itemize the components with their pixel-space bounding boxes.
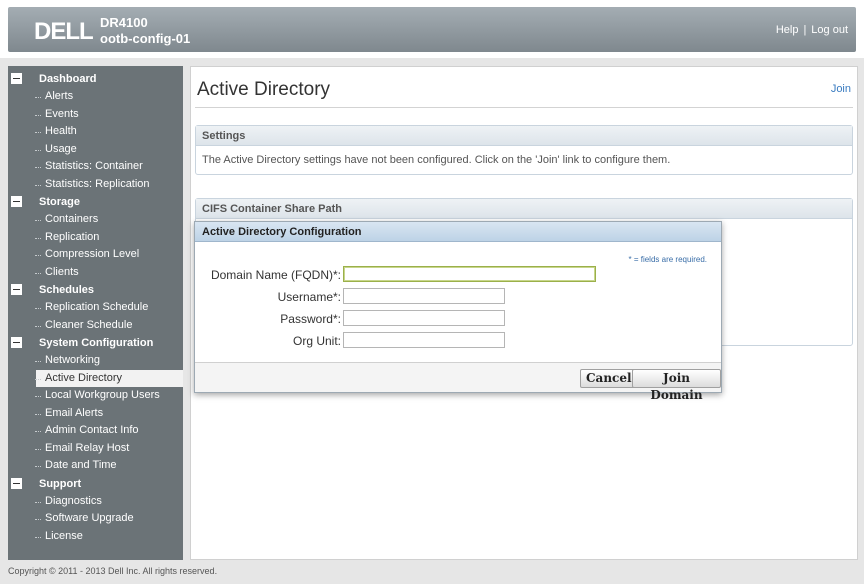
sidebar-item-clients[interactable]: Clients bbox=[8, 264, 183, 282]
collapse-icon[interactable] bbox=[11, 477, 22, 489]
orgunit-row: Org Unit: bbox=[195, 332, 723, 350]
cifs-panel-heading: CIFS Container Share Path bbox=[196, 199, 852, 219]
nav-group-label: Schedules bbox=[39, 284, 95, 296]
active-directory-dialog: Active Directory Configuration * = field… bbox=[194, 221, 723, 402]
dialog-footer: Cancel Join Domain bbox=[195, 362, 721, 402]
nav-group-heading[interactable]: Schedules bbox=[8, 281, 183, 299]
settings-message: The Active Directory settings have not b… bbox=[202, 154, 671, 166]
sidebar-item-diagnostics[interactable]: Diagnostics bbox=[8, 493, 183, 511]
nav-group-storage: Storage Containers Replication Compressi… bbox=[8, 193, 183, 281]
sidebar-item-software-upgrade[interactable]: Software Upgrade bbox=[8, 510, 183, 528]
domain-label: Domain Name (FQDN)*: bbox=[210, 268, 341, 282]
header-link-separator: | bbox=[803, 24, 807, 36]
header-links: Help | Log out bbox=[776, 24, 848, 36]
sidebar-item-replication-schedule[interactable]: Replication Schedule bbox=[8, 299, 183, 317]
sidebar-item-active-directory[interactable]: Active Directory bbox=[35, 369, 183, 387]
nav-group-schedules: Schedules Replication Schedule Cleaner S… bbox=[8, 281, 183, 334]
nav-group-heading[interactable]: Storage bbox=[8, 193, 183, 211]
sidebar-nav: Dashboard Alerts Events Health Usage Sta… bbox=[8, 66, 183, 560]
sidebar-item-usage[interactable]: Usage bbox=[8, 141, 183, 159]
nav-group-label: Support bbox=[39, 477, 82, 490]
sidebar-item-cleaner-schedule[interactable]: Cleaner Schedule bbox=[8, 317, 183, 335]
nav-group-system-configuration: System Configuration Networking Active D… bbox=[8, 334, 183, 475]
username-label: Username*: bbox=[277, 290, 341, 304]
join-link[interactable]: Join bbox=[831, 83, 851, 95]
sidebar-item-networking[interactable]: Networking bbox=[8, 352, 183, 370]
sidebar-item-license[interactable]: License bbox=[8, 528, 183, 546]
join-domain-button[interactable]: Join Domain bbox=[632, 369, 721, 402]
sidebar-item-replication[interactable]: Replication bbox=[8, 229, 183, 247]
sidebar-item-admin-contact-info[interactable]: Admin Contact Info bbox=[8, 422, 183, 440]
settings-panel-heading: Settings bbox=[196, 126, 852, 146]
username-input[interactable] bbox=[343, 288, 505, 304]
sidebar-item-health[interactable]: Health bbox=[8, 123, 183, 141]
nav-group-label: Storage bbox=[39, 196, 80, 208]
sidebar-item-events[interactable]: Events bbox=[8, 106, 183, 124]
header: DELL DR4100 ootb-config-01 Help | Log out bbox=[0, 0, 864, 58]
page-title: Active Directory bbox=[197, 79, 331, 100]
domain-name-input[interactable] bbox=[343, 266, 596, 282]
device-model: DR4100 bbox=[100, 15, 148, 30]
password-label: Password*: bbox=[280, 312, 341, 326]
required-fields-note: * = fields are required. bbox=[628, 255, 708, 264]
domain-row: Domain Name (FQDN)*: bbox=[195, 266, 723, 284]
sidebar-item-local-workgroup-users[interactable]: Local Workgroup Users bbox=[8, 387, 183, 405]
collapse-icon[interactable] bbox=[11, 284, 22, 295]
title-divider bbox=[195, 107, 853, 108]
password-input[interactable] bbox=[343, 310, 505, 326]
nav-group-heading[interactable]: Support bbox=[8, 475, 183, 493]
dialog-title: Active Directory Configuration bbox=[195, 222, 721, 242]
nav-group-dashboard: Dashboard Alerts Events Health Usage Sta… bbox=[8, 70, 183, 193]
nav-group-heading[interactable]: System Configuration bbox=[8, 334, 183, 352]
sidebar-item-compression-level[interactable]: Compression Level bbox=[8, 246, 183, 264]
org-unit-input[interactable] bbox=[343, 332, 505, 348]
username-row: Username*: bbox=[195, 288, 723, 306]
nav-group-support: Support Diagnostics Software Upgrade Lic… bbox=[8, 475, 183, 546]
settings-panel: Settings The Active Directory settings h… bbox=[195, 125, 853, 175]
password-row: Password*: bbox=[195, 310, 723, 328]
copyright-footer: Copyright © 2011 - 2013 Dell Inc. All ri… bbox=[8, 566, 218, 576]
sidebar-item-email-relay-host[interactable]: Email Relay Host bbox=[8, 440, 183, 458]
collapse-icon[interactable] bbox=[11, 73, 22, 84]
logout-link[interactable]: Log out bbox=[811, 24, 848, 36]
help-link[interactable]: Help bbox=[776, 24, 799, 36]
nav-group-heading[interactable]: Dashboard bbox=[8, 70, 183, 88]
nav-group-label: System Configuration bbox=[39, 337, 154, 349]
orgunit-label: Org Unit: bbox=[292, 334, 341, 348]
collapse-icon[interactable] bbox=[11, 196, 22, 207]
header-bar: DELL DR4100 ootb-config-01 Help | Log out bbox=[8, 7, 856, 52]
sidebar-item-statistics-replication[interactable]: Statistics: Replication bbox=[8, 176, 183, 194]
dell-logo: DELL bbox=[34, 18, 94, 45]
sidebar-item-email-alerts[interactable]: Email Alerts bbox=[8, 405, 183, 423]
sidebar-item-alerts[interactable]: Alerts bbox=[8, 88, 183, 106]
cancel-button[interactable]: Cancel bbox=[580, 369, 638, 388]
collapse-icon[interactable] bbox=[11, 337, 22, 348]
sidebar-item-date-and-time[interactable]: Date and Time bbox=[8, 457, 183, 475]
sidebar-item-statistics-container[interactable]: Statistics: Container bbox=[8, 158, 183, 176]
sidebar-item-containers[interactable]: Containers bbox=[8, 211, 183, 229]
device-hostname: ootb-config-01 bbox=[100, 31, 191, 46]
nav-group-label: Dashboard bbox=[39, 73, 97, 85]
